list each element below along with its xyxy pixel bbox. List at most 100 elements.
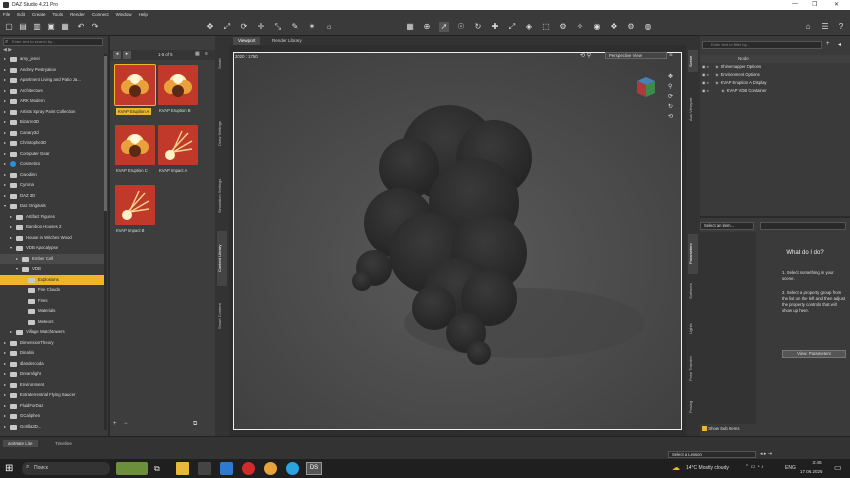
- asset-thumbnail[interactable]: [114, 64, 156, 106]
- remove-icon[interactable]: −: [124, 421, 128, 427]
- camera-select[interactable]: Perspective View: [605, 52, 667, 59]
- asset-label[interactable]: KVAP Impact A: [159, 168, 187, 173]
- add-node-icon[interactable]: +: [826, 41, 830, 47]
- tree-item[interactable]: ▸ FluidForDaz: [0, 401, 104, 412]
- tree-item[interactable]: ▸ Ember Cell: [0, 253, 104, 265]
- translate-tool-icon[interactable]: ✛: [256, 22, 266, 32]
- folder-nav-icons[interactable]: ◀ ▶: [3, 47, 12, 53]
- tree-item[interactable]: ▸ Artists Spray Paint Collection: [0, 107, 104, 118]
- clock-time[interactable]: 3:45: [806, 461, 828, 466]
- close-icon[interactable]: ✕: [834, 1, 839, 8]
- telegram-icon[interactable]: [286, 462, 299, 475]
- collapsed-arrow-icon[interactable]: ▸: [10, 212, 12, 223]
- tab-smart-content[interactable]: Smart Content: [217, 291, 227, 341]
- collapsed-arrow-icon[interactable]: ▸: [4, 422, 6, 433]
- scene-filter-input[interactable]: Enter text to filter by...: [702, 41, 822, 49]
- tree-item[interactable]: ▸ Computer Gear: [0, 149, 104, 160]
- tab-surfaces[interactable]: Surfaces: [688, 276, 698, 306]
- asset-thumbnail[interactable]: [158, 65, 198, 105]
- tree-item[interactable]: Meteors: [0, 317, 104, 328]
- collapsed-arrow-icon[interactable]: ▸: [4, 107, 6, 118]
- merge-icon[interactable]: ▥: [32, 22, 42, 32]
- camera-nav-icons[interactable]: ✥ ⚲ ⟳ ↻ ⟲: [668, 72, 678, 122]
- page-next-icon[interactable]: ▸: [123, 51, 131, 59]
- render-icon[interactable]: ⚙: [626, 22, 636, 32]
- taskbar-search[interactable]: Поиск: [22, 462, 110, 475]
- tree-item[interactable]: ▸ Dinalini: [0, 348, 104, 359]
- tab-smart[interactable]: Smart: [217, 44, 227, 84]
- tree-item[interactable]: ▸ Canary3d: [0, 128, 104, 139]
- tree-item[interactable]: ▸ Cwodinn: [0, 170, 104, 181]
- file-explorer-icon[interactable]: [176, 462, 189, 475]
- tree-item[interactable]: ▸ Apartment Living and Patio Ja...: [0, 75, 104, 86]
- scene-menu-icon[interactable]: ◂: [838, 41, 841, 48]
- iray-icon[interactable]: ◍: [643, 22, 653, 32]
- camera-icon[interactable]: ◉: [592, 22, 602, 32]
- collapsed-arrow-icon[interactable]: ▸: [10, 233, 12, 244]
- collapsed-arrow-icon[interactable]: ▸: [4, 159, 6, 170]
- viewport-canvas[interactable]: [233, 52, 682, 430]
- viewport-menu-icon[interactable]: ≡: [669, 52, 673, 58]
- menu-file[interactable]: File: [3, 12, 10, 17]
- tree-item[interactable]: ▸ Village Watchtowers: [0, 327, 104, 338]
- tree-item[interactable]: ▸ ARK Modern: [0, 96, 104, 107]
- collapsed-arrow-icon[interactable]: ▸: [4, 149, 6, 160]
- tree-item[interactable]: ▸ House in Witches Wood: [0, 233, 104, 244]
- tree-item[interactable]: ▸ Architecture: [0, 86, 104, 97]
- panel-options-icon[interactable]: ⧉: [193, 421, 197, 428]
- tree-item[interactable]: Explosions: [0, 274, 104, 285]
- geometry-icon[interactable]: ✧: [575, 22, 585, 32]
- tree-item[interactable]: ▸ Christophe3D: [0, 138, 104, 149]
- expanded-arrow-icon[interactable]: ▾: [10, 243, 12, 254]
- task-view-icon[interactable]: ⧉: [154, 462, 167, 475]
- edge-icon[interactable]: [220, 462, 233, 475]
- menu-edit[interactable]: Edit: [17, 12, 25, 17]
- node-select-icon[interactable]: ⊕: [422, 22, 432, 32]
- open-folder-icon[interactable]: ▤: [18, 22, 28, 32]
- collapsed-arrow-icon[interactable]: ▸: [4, 117, 6, 128]
- notifications-icon[interactable]: ▭: [834, 463, 842, 472]
- tab-simulation-settings[interactable]: Simulation Settings: [217, 166, 227, 226]
- zoom-icon[interactable]: ⤢: [507, 22, 517, 32]
- menu-window[interactable]: Window: [116, 12, 132, 17]
- lesson-nav-icons[interactable]: ◂ ▸ ⇥: [760, 451, 772, 457]
- tree-item[interactable]: ▾ Daz Originals: [0, 201, 104, 212]
- tree-item[interactable]: ▸ Environment: [0, 380, 104, 391]
- tab-parameters[interactable]: Parameters: [688, 234, 698, 274]
- asset-label[interactable]: KVAP Impact B: [116, 228, 144, 233]
- add-icon[interactable]: +: [113, 421, 117, 427]
- collapsed-arrow-icon[interactable]: ▸: [10, 327, 12, 338]
- view-parameters-button[interactable]: View: Parameters: [782, 350, 846, 358]
- tree-item[interactable]: ▸ amy_jenei: [0, 54, 104, 65]
- light-tool-icon[interactable]: ☼: [324, 22, 334, 32]
- search-highlight-image[interactable]: [116, 462, 148, 475]
- lesson-select[interactable]: Select a Lesson: [668, 451, 756, 458]
- collapsed-arrow-icon[interactable]: ▸: [4, 401, 6, 412]
- tab-content-library[interactable]: Content Library: [217, 231, 227, 286]
- tree-item[interactable]: ▸ Andrey Pestryakov: [0, 65, 104, 76]
- collapsed-arrow-icon[interactable]: ▸: [16, 254, 18, 265]
- tree-item[interactable]: ▸ Dreamlight: [0, 369, 104, 380]
- tab-animate-lite[interactable]: aniMate Lite: [3, 440, 38, 447]
- tab-timeline[interactable]: Timeline: [50, 440, 77, 447]
- collapsed-arrow-icon[interactable]: ▸: [4, 138, 6, 149]
- tree-item[interactable]: ▾ VDB Apocalypse: [0, 243, 104, 254]
- tree-item[interactable]: Fires: [0, 296, 104, 307]
- menu-icon[interactable]: ☰: [820, 22, 830, 32]
- menu-create[interactable]: Create: [32, 12, 46, 17]
- collapsed-arrow-icon[interactable]: ▸: [4, 54, 6, 65]
- tab-aux-viewport[interactable]: Aux Viewport: [688, 84, 698, 134]
- page-prev-icon[interactable]: ◂: [113, 51, 121, 59]
- tree-item[interactable]: ▸ Bizarre3D: [0, 117, 104, 128]
- tree-scrollbar[interactable]: [104, 54, 107, 430]
- collapsed-arrow-icon[interactable]: ▸: [4, 170, 6, 181]
- surface-icon[interactable]: ◈: [524, 22, 534, 32]
- visibility-icon[interactable]: ◉ ◐: [702, 64, 709, 69]
- asset-label[interactable]: KVAP Eruption B: [159, 108, 191, 113]
- viewport-controls-icon[interactable]: ⟲ ⚲: [580, 52, 591, 59]
- show-sub-items-checkbox[interactable]: Show Sub Items: [702, 426, 740, 432]
- menu-render[interactable]: Render: [70, 12, 85, 17]
- tab-scene[interactable]: Scene: [688, 50, 698, 72]
- tab-posing[interactable]: Posing: [688, 396, 698, 418]
- chrome-icon[interactable]: [264, 462, 277, 475]
